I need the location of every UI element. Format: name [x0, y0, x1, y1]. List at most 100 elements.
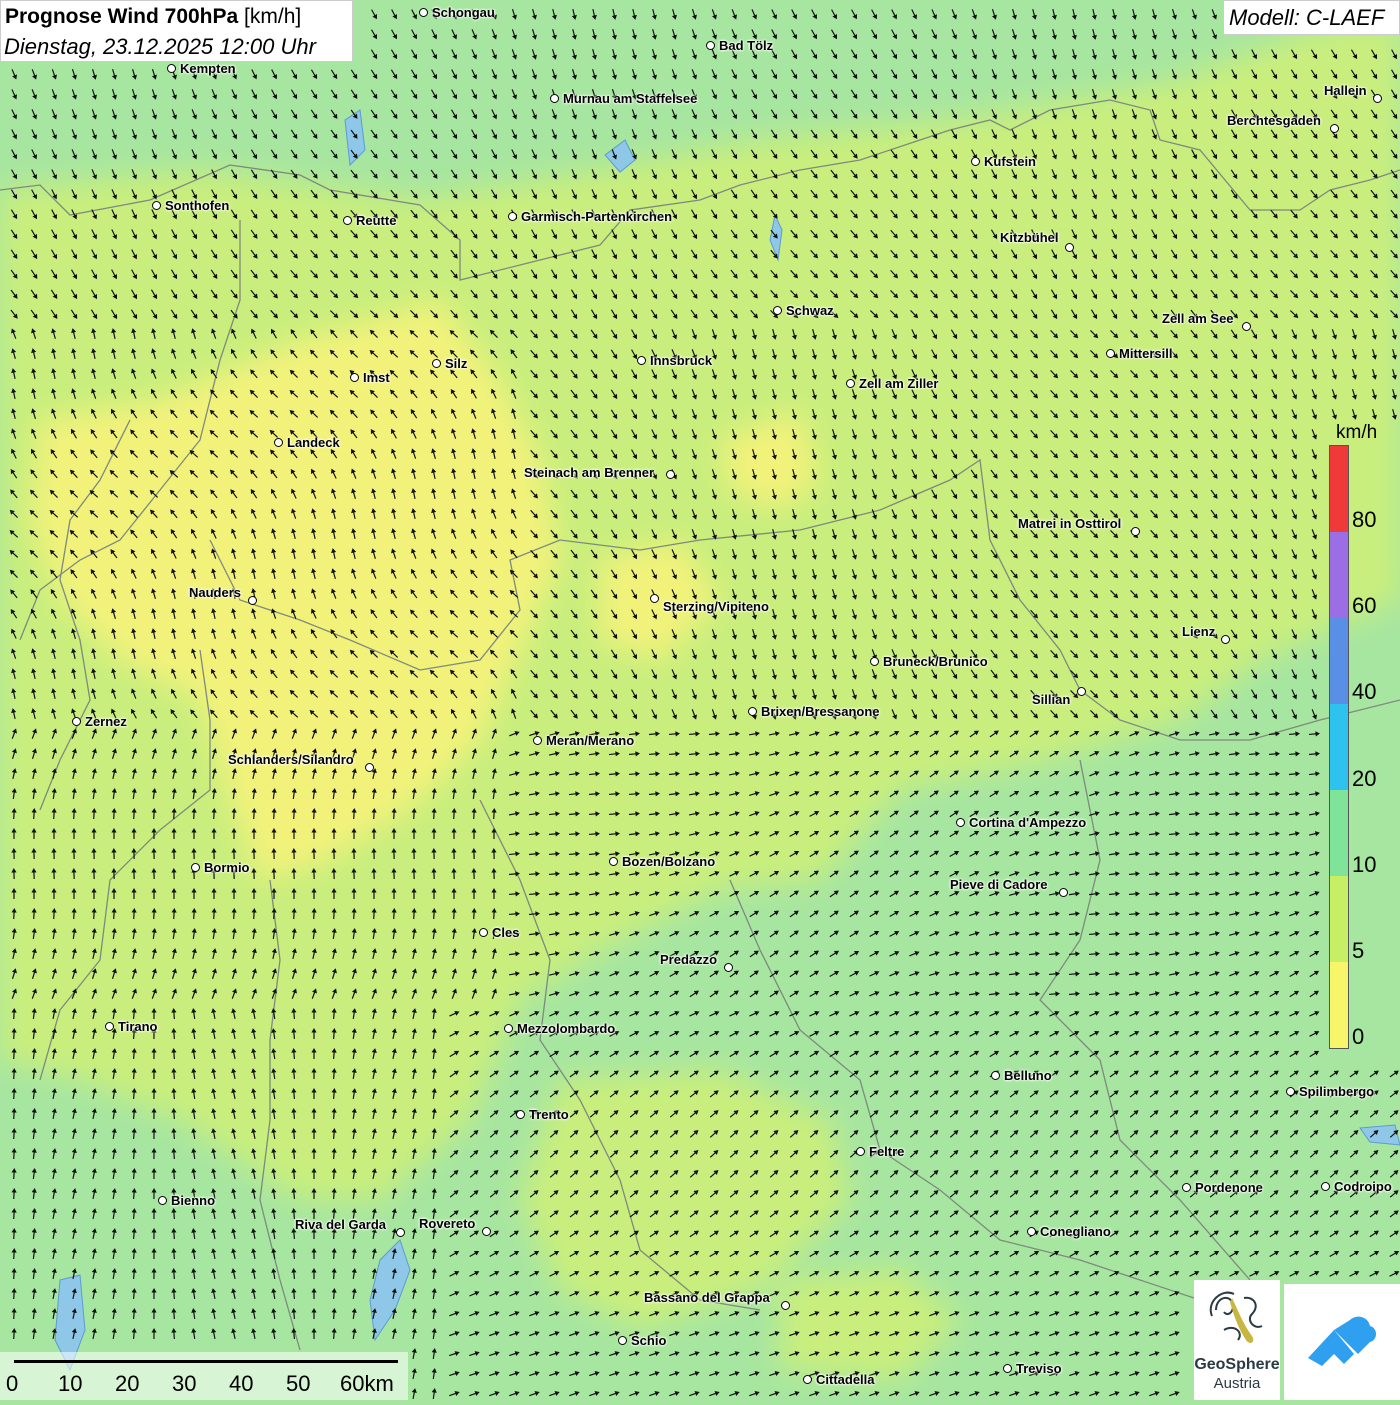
city-marker-riva-del-garda: [396, 1228, 405, 1237]
geosphere-logo[interactable]: GeoSphere Austria: [1194, 1280, 1280, 1400]
city-label-bozen-bolzano: Bozen/Bolzano: [622, 854, 715, 869]
city-marker-meran-merano: [533, 736, 542, 745]
city-marker-cles: [479, 928, 488, 937]
city-marker-schio: [618, 1336, 627, 1345]
city-label-treviso: Treviso: [1016, 1361, 1062, 1376]
city-label-belluno: Belluno: [1004, 1068, 1052, 1083]
legend-segment-10: [1330, 790, 1348, 876]
city-marker-bassano-del-grappa: [781, 1301, 790, 1310]
city-marker-silz: [432, 359, 441, 368]
legend-segment-80: [1330, 446, 1348, 532]
city-label-murnau-am-staffelsee: Murnau am Staffelsee: [563, 91, 697, 106]
city-label-pieve-di-cadore: Pieve di Cadore: [950, 877, 1048, 892]
legend-tick-5: 5: [1352, 940, 1364, 962]
city-label-innsbruck: Innsbruck: [650, 353, 712, 368]
city-label-schlanders-silandro: Schlanders/Silandro: [228, 752, 354, 767]
city-marker-steinach-am-brenner: [666, 470, 675, 479]
city-label-mittersill: Mittersill: [1119, 346, 1172, 361]
city-label-codroipo: Codroipo: [1334, 1179, 1392, 1194]
city-label-zell-am-ziller: Zell am Ziller: [859, 376, 938, 391]
city-label-sillian: Sillian: [1032, 692, 1070, 707]
city-label-cles: Cles: [492, 925, 519, 940]
legend-tick-80: 80: [1352, 509, 1376, 531]
legend-segment-40: [1330, 618, 1348, 704]
geosphere-emblem-icon: [1194, 1280, 1280, 1356]
city-label-imst: Imst: [363, 370, 390, 385]
city-marker-belluno: [991, 1071, 1000, 1080]
city-label-bassano-del-grappa: Bassano del Grappa: [644, 1290, 770, 1305]
scale-label-40: 40: [229, 1371, 253, 1397]
map-title-unit: [km/h]: [244, 5, 301, 28]
legend-tick-10: 10: [1352, 854, 1376, 876]
legend-unit: km/h: [1336, 422, 1377, 444]
legend-segment-60: [1330, 532, 1348, 618]
city-label-predazzo: Predazzo: [660, 952, 717, 967]
city-marker-codroipo: [1321, 1182, 1330, 1191]
city-marker-mezzolombardo: [504, 1024, 513, 1033]
color-legend: km/h 80 60 40 20 10 5 0: [1326, 420, 1386, 1060]
city-label-zernez: Zernez: [85, 714, 127, 729]
city-label-schongau: Schongau: [432, 5, 495, 20]
city-marker-bad-t-lz: [706, 41, 715, 50]
scale-line: [14, 1360, 398, 1363]
city-label-garmisch-partenkirchen: Garmisch-Partenkirchen: [521, 209, 672, 224]
city-marker-bruneck-brunico: [870, 657, 879, 666]
city-label-cittadella: Cittadella: [816, 1372, 875, 1387]
city-marker-schongau: [419, 8, 428, 17]
city-marker-bienno: [158, 1196, 167, 1205]
city-label-hallein: Hallein: [1324, 83, 1367, 98]
city-marker-kitzb-hel: [1065, 243, 1074, 252]
city-marker-brixen-bressanone: [748, 707, 757, 716]
city-label-trento: Trento: [529, 1107, 569, 1122]
city-marker-cortina-d-ampezzo: [956, 818, 965, 827]
city-label-landeck: Landeck: [287, 435, 340, 450]
city-marker-berchtesgaden: [1330, 124, 1339, 133]
city-label-pordenone: Pordenone: [1195, 1180, 1263, 1195]
legend-tick-40: 40: [1352, 681, 1376, 703]
map-title-main: Prognose Wind 700hPa: [5, 5, 238, 28]
city-marker-bormio: [191, 863, 200, 872]
legend-segment-20: [1330, 704, 1348, 790]
city-label-kitzb-hel: Kitzbühel: [1000, 230, 1059, 245]
city-label-spilimbergo: Spilimbergo: [1299, 1084, 1374, 1099]
app-logo[interactable]: [1284, 1284, 1400, 1400]
city-marker-trento: [516, 1110, 525, 1119]
legend-tick-0: 0: [1352, 1026, 1364, 1048]
city-label-sonthofen: Sonthofen: [165, 198, 229, 213]
city-marker-landeck: [274, 438, 283, 447]
city-label-bruneck-brunico: Bruneck/Brunico: [883, 654, 988, 669]
scale-label-30: 30: [172, 1371, 196, 1397]
map-title: Prognose Wind 700hPa [km/h]: [5, 5, 301, 29]
model-label: Modell: C-LAEF: [1229, 5, 1384, 31]
city-label-berchtesgaden: Berchtesgaden: [1227, 113, 1321, 128]
legend-tick-60: 60: [1352, 595, 1376, 617]
city-marker-imst: [350, 373, 359, 382]
city-marker-cittadella: [803, 1375, 812, 1384]
city-marker-murnau-am-staffelsee: [550, 94, 559, 103]
city-marker-kufstein: [971, 157, 980, 166]
city-marker-tirano: [105, 1022, 114, 1031]
city-label-lienz: Lienz: [1182, 624, 1215, 639]
city-label-brixen-bressanone: Brixen/Bressanone: [761, 704, 880, 719]
city-label-matrei-in-osttirol: Matrei in Osttirol: [1018, 516, 1121, 531]
city-marker-kempten: [167, 64, 176, 73]
scale-label-50: 50: [286, 1371, 310, 1397]
forecast-date: Dienstag, 23.12.2025 12:00 Uhr: [4, 34, 316, 60]
city-marker-bozen-bolzano: [609, 857, 618, 866]
city-label-zell-am-see: Zell am See: [1162, 311, 1234, 326]
scale-label-10: 10: [58, 1371, 82, 1397]
city-marker-pordenone: [1182, 1183, 1191, 1192]
city-label-conegliano: Conegliano: [1040, 1224, 1111, 1239]
city-marker-zell-am-see: [1242, 322, 1251, 331]
city-marker-lienz: [1221, 635, 1230, 644]
city-label-schio: Schio: [631, 1333, 666, 1348]
city-marker-feltre: [856, 1147, 865, 1156]
city-marker-zell-am-ziller: [846, 379, 855, 388]
city-label-feltre: Feltre: [869, 1144, 904, 1159]
city-label-bad-t-lz: Bad Tölz: [719, 38, 773, 53]
city-label-cortina-d-ampezzo: Cortina d'Ampezzo: [969, 815, 1086, 830]
city-marker-mittersill: [1106, 349, 1115, 358]
city-marker-nauders: [248, 596, 257, 605]
title-panel: Prognose Wind 700hPa [km/h] Dienstag, 23…: [0, 0, 353, 62]
city-label-steinach-am-brenner: Steinach am Brenner: [524, 465, 654, 480]
